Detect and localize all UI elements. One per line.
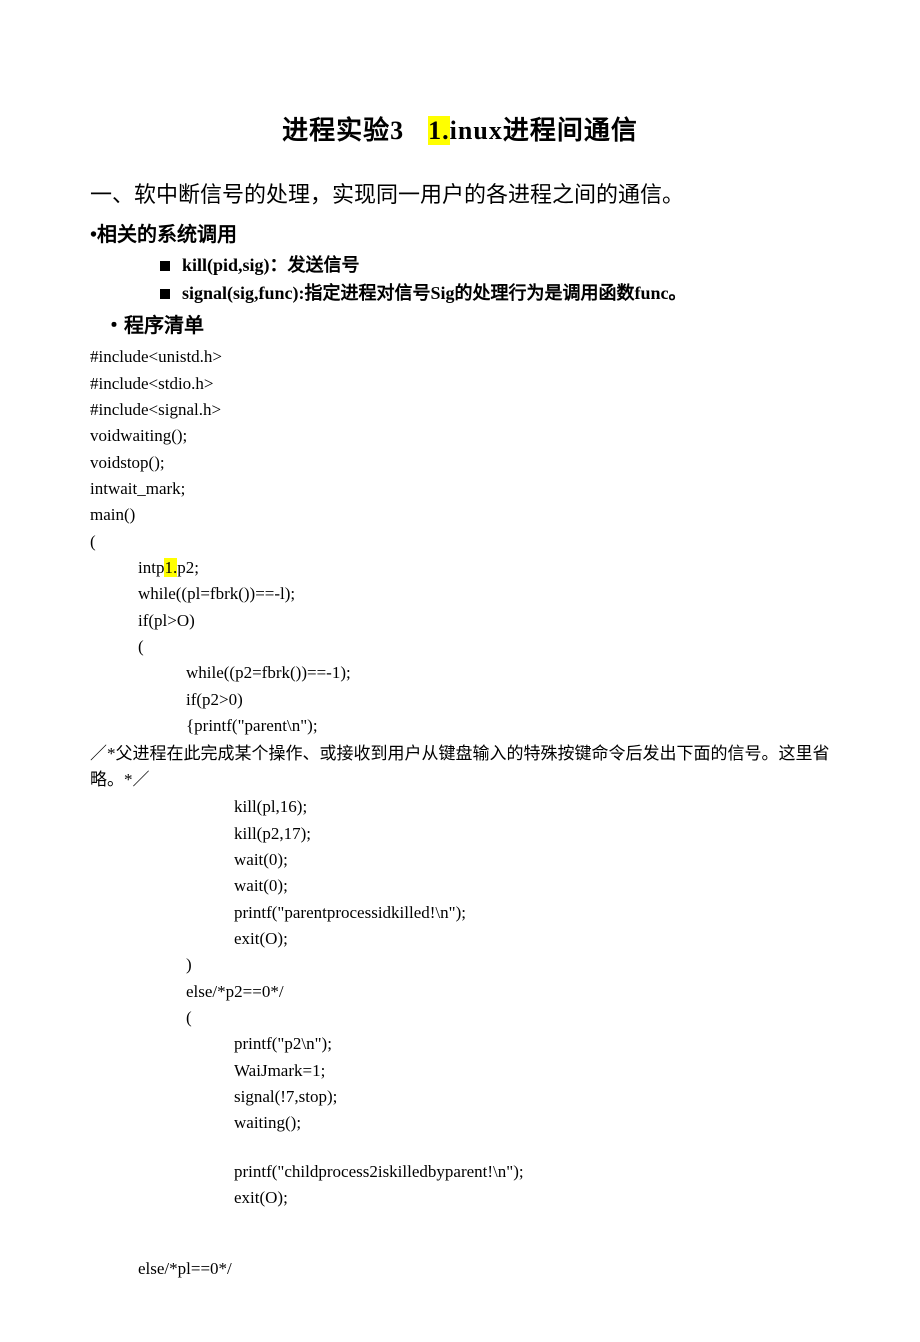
code-line: voidwaiting(); (90, 423, 830, 449)
blank (90, 1212, 830, 1234)
code-line: {printf("parent\n"); (186, 713, 830, 739)
title-rest: inux进程间通信 (450, 116, 638, 145)
code-line: if(pl>O) (138, 608, 830, 634)
code-line: wait(0); (234, 873, 830, 899)
sub-signal-text: signal(sig,func):指定进程对信号Sig的处理行为是调用函数fun… (182, 283, 687, 303)
blank (90, 1137, 830, 1159)
code-comment: ／*父进程在此完成某个操作、或接收到用户从键盘输入的特殊按键命令后发出下面的信号… (90, 741, 830, 792)
doc-title: 进程实验3 1.inux进程间通信 (90, 110, 830, 147)
code-hl: 1. (164, 558, 177, 577)
code-frag: intp (138, 558, 164, 577)
code-line: WaiJmark=1; (234, 1058, 830, 1084)
code-line: intwait_mark; (90, 476, 830, 502)
code-line: kill(pl,16); (234, 794, 830, 820)
code-line: else/*pl==0*/ (138, 1256, 830, 1282)
code-line: ) (186, 952, 830, 978)
bullet-system-calls: •相关的系统调用 (90, 218, 830, 247)
code-line: #include<stdio.h> (90, 371, 830, 397)
code-line: if(p2>0) (186, 687, 830, 713)
code-line: kill(p2,17); (234, 821, 830, 847)
title-lead: 进程实验3 (282, 116, 404, 145)
code-line: signal(!7,stop); (234, 1084, 830, 1110)
code-line: ( (186, 1005, 830, 1031)
code-line: printf("childprocess2iskilledbyparent!\n… (234, 1159, 830, 1185)
code-line: printf("parentprocessidkilled!\n"); (234, 900, 830, 926)
code-line: main() (90, 502, 830, 528)
code-line: wait(0); (234, 847, 830, 873)
bullet-program-listing: ・程序清单 (104, 309, 830, 338)
code-line: while((pl=fbrk())==-l); (138, 581, 830, 607)
code-line: waiting(); (234, 1110, 830, 1136)
title-highlight: 1. (428, 116, 450, 145)
code-line: ( (138, 634, 830, 660)
code-line: #include<unistd.h> (90, 344, 830, 370)
sub-kill-text: kill(pid,sig)：发送信号 (182, 255, 360, 275)
code-line: else/*p2==0*/ (186, 979, 830, 1005)
section-1-heading: 一、软中断信号的处理，实现同一用户的各进程之间的通信。 (90, 177, 830, 212)
code-line: while((p2=fbrk())==-1); (186, 660, 830, 686)
blank (90, 1234, 830, 1256)
code-line: ( (90, 529, 830, 555)
code-line: intp1.p2; (138, 555, 830, 581)
sub-kill: kill(pid,sig)：发送信号 (160, 251, 830, 277)
code-line: #include<signal.h> (90, 397, 830, 423)
document-page: 进程实验31.inux进程间通信 一、软中断信号的处理，实现同一用户的各进程之间… (0, 0, 920, 1342)
code-line: exit(O); (234, 926, 830, 952)
square-bullet-icon (160, 289, 170, 299)
code-line: exit(O); (234, 1185, 830, 1211)
code-frag: p2; (177, 558, 199, 577)
sub-signal: signal(sig,func):指定进程对信号Sig的处理行为是调用函数fun… (160, 279, 830, 305)
square-bullet-icon (160, 261, 170, 271)
code-line: printf("p2\n"); (234, 1031, 830, 1057)
code-line: voidstop(); (90, 450, 830, 476)
